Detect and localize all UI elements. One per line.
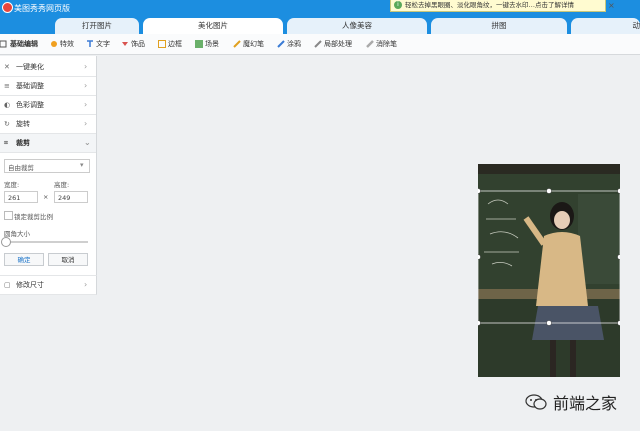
menu-color-adjust[interactable]: ◐ 色彩调整 › [0,96,96,115]
watermark-text: 前端之家 [553,394,618,413]
tab-collage[interactable]: 拼图 [431,18,567,34]
menu-label: 裁剪 [16,139,30,147]
tool-text[interactable]: 文字 [86,39,110,49]
tool-doodle[interactable]: 涂鸦 [277,39,301,49]
app-title: 美图秀秀网页版 [14,4,70,13]
tool-label: 边框 [168,40,182,48]
tool-label: 局部处理 [324,40,352,48]
tool-label: 涂鸦 [287,40,301,48]
tool-label: 特效 [60,40,74,48]
tool-effects[interactable]: 特效 [50,39,74,49]
tool-label: 饰品 [131,40,145,48]
magic-pen-icon [233,40,241,48]
doodle-icon [277,40,285,48]
chevron-right-icon: › [84,119,88,128]
tool-label: 消除笔 [376,40,397,48]
menu-resize[interactable]: ▢ 修改尺寸 › [0,275,97,295]
tab-open-image[interactable]: 打开图片 [55,18,139,34]
tab-beautify[interactable]: 美化图片 [143,18,283,34]
watermark: 前端之家 [525,390,617,414]
chevron-right-icon: › [84,280,88,289]
crop-height-input[interactable]: 249 [54,191,88,203]
sticker-icon [122,42,128,46]
tab-label: 人像美容 [342,21,372,30]
lock-ratio-checkbox[interactable] [4,211,13,220]
menu-rotate[interactable]: ↻ 旋转 › [0,115,96,134]
menu-label: 色彩调整 [16,101,44,109]
crop-mode-select[interactable]: 自由裁剪 ▾ [4,159,90,173]
scene-icon [195,40,203,48]
tool-label: 文字 [96,40,110,48]
tool-local-adjust[interactable]: 局部处理 [314,39,352,49]
crop-cancel-button[interactable]: 取消 [48,253,88,266]
notice-banner[interactable]: i 轻松去掉黑眼圈、淡化眼角纹，一键去水印…点击了解详情 [390,0,606,12]
crop-icon: ⌗ [4,139,8,147]
sliders-icon: ≡ [4,82,10,90]
menu-crop[interactable]: ⌗ 裁剪 ⌄ [0,134,96,153]
photo-canvas[interactable] [478,164,620,377]
corner-radius-slider-thumb[interactable] [1,237,11,247]
menu-basic-adjust[interactable]: ≡ 基础调整 › [0,77,96,96]
local-adjust-icon [314,40,322,48]
corner-radius-slider[interactable] [4,241,88,243]
chevron-down-icon: ⌄ [84,138,91,147]
menu-label: 基础调整 [16,82,44,90]
text-icon [87,40,93,47]
tool-magic-pen[interactable]: 魔幻笔 [233,39,264,49]
lock-ratio-label: 锁定裁剪比例 [14,213,53,221]
tab-portrait[interactable]: 人像美容 [287,18,427,34]
edit-toolbar: 基础编辑 特效 文字 饰品 边框 场景 魔幻笔 涂鸦 局部处理 消除笔 [0,34,640,55]
magic-wand-icon: ✕ [4,63,10,71]
app-logo-icon [2,2,13,13]
tab-animation[interactable]: 动 [571,18,640,34]
rotate-icon: ↻ [4,120,10,128]
notice-text[interactable]: 轻松去掉黑眼圈、淡化眼角纹，一键去水印…点击了解详情 [405,0,574,11]
main-tab-bar: 打开图片 美化图片 人像美容 拼图 动 [0,16,640,34]
effects-icon [51,41,57,47]
tab-label: 拼图 [491,21,507,30]
crop-width-input[interactable]: 261 [4,191,38,203]
eraser-icon [366,40,374,48]
crop-ok-button[interactable]: 确定 [4,253,44,266]
menu-one-click-beautify[interactable]: ✕ 一键美化 › [0,58,96,77]
tab-label: 打开图片 [82,21,112,30]
tool-eraser[interactable]: 消除笔 [366,39,397,49]
palette-icon: ◐ [4,101,11,109]
width-label: 宽度: [4,181,20,189]
menu-label: 旋转 [16,120,30,128]
crop-mode-value: 自由裁剪 [8,164,34,172]
tool-scene[interactable]: 场景 [195,39,219,49]
tool-frame[interactable]: 边框 [158,39,182,49]
tool-label: 场景 [205,40,219,48]
menu-label: 修改尺寸 [16,281,44,289]
chevron-right-icon: › [84,62,88,71]
frame-icon [158,40,166,48]
times-sign: × [43,193,49,201]
tool-label: 基础编辑 [10,40,38,48]
edit-icon [0,40,7,48]
chevron-right-icon: › [84,100,88,109]
tool-label: 魔幻笔 [243,40,264,48]
chevron-right-icon: › [84,81,88,90]
wechat-icon [525,394,547,410]
tab-label: 美化图片 [198,21,228,30]
dropdown-arrow-icon: ▾ [80,161,84,169]
tab-label: 动 [632,21,640,30]
height-label: 高度: [54,181,70,189]
resize-icon: ▢ [4,281,11,289]
notice-close-icon[interactable]: × [608,1,615,10]
tool-sticker[interactable]: 饰品 [121,39,145,49]
info-icon: i [394,1,402,9]
menu-label: 一键美化 [16,63,44,71]
tool-basic-edit[interactable]: 基础编辑 [0,39,38,49]
